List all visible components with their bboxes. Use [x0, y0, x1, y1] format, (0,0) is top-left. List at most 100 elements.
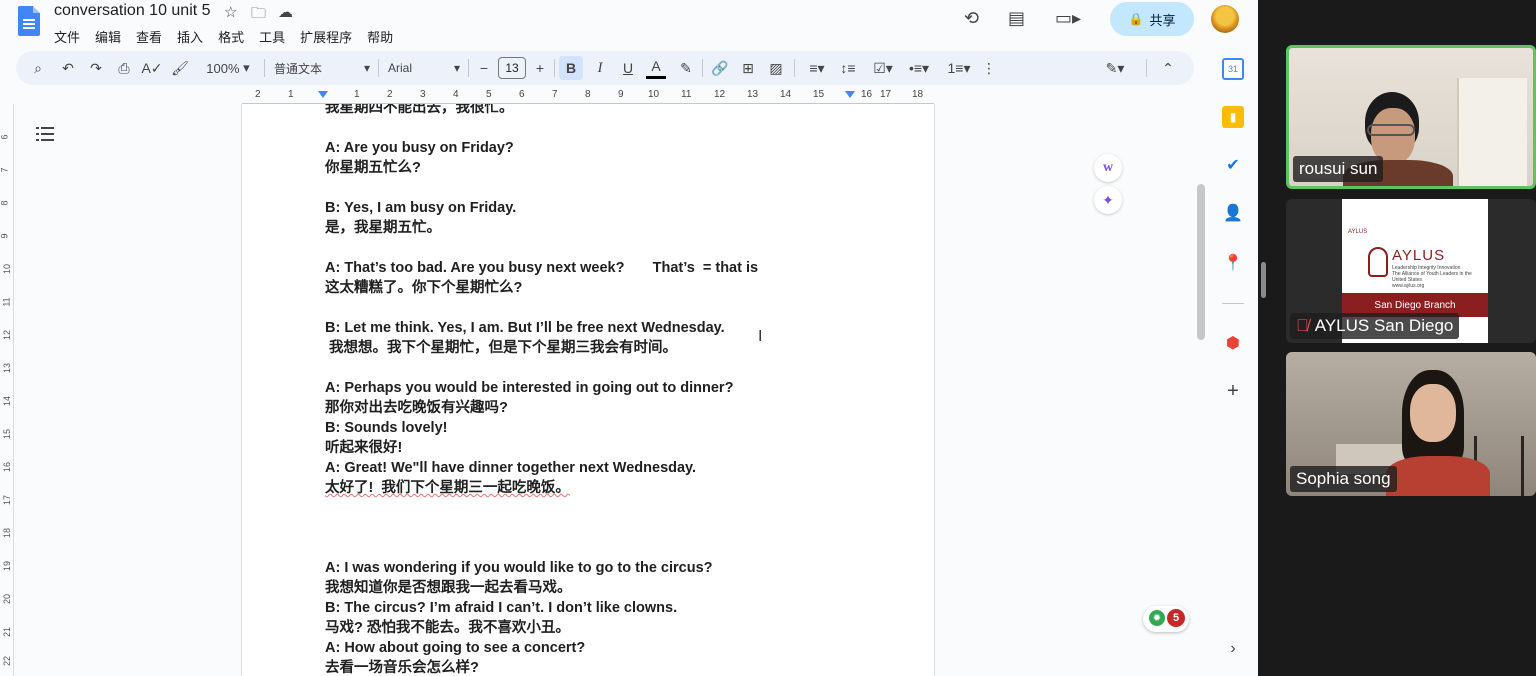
print-icon[interactable]: ⎙ — [114, 51, 134, 85]
paint-format-icon[interactable]: 🖌 — [170, 51, 190, 85]
menu-format[interactable]: 格式 — [218, 27, 244, 46]
vertical-ruler[interactable]: 6 7 8 9 10 11 12 13 14 15 16 17 18 19 20… — [0, 104, 14, 676]
text-line[interactable]: A: That’s too bad. Are you busy next wee… — [325, 258, 758, 278]
docs-logo-icon[interactable] — [18, 6, 40, 36]
horizontal-ruler[interactable]: 2 1 1 2 3 4 5 6 7 8 9 10 11 12 13 14 15 … — [242, 88, 934, 104]
explore-badge[interactable]: ✹ 5 — [1143, 606, 1189, 632]
text-line[interactable]: 我想知道你是否想跟我一起去看马戏。 — [325, 578, 572, 598]
spellcheck-icon[interactable]: A✓ — [141, 51, 162, 85]
text-line[interactable]: 这太糟糕了。你下个星期忙么? — [325, 278, 522, 298]
divider — [1146, 59, 1147, 77]
menu-tools[interactable]: 工具 — [259, 27, 285, 46]
menu-view[interactable]: 查看 — [136, 27, 162, 46]
font-size-input[interactable]: 13 — [498, 57, 526, 79]
share-button[interactable]: 🔒 共享 — [1110, 2, 1194, 36]
participant-tile-sophia-song[interactable]: Sophia song — [1286, 352, 1536, 496]
get-addons-plus-icon[interactable]: + — [1222, 380, 1244, 402]
keep-icon[interactable]: ▮ — [1222, 106, 1244, 128]
text-line[interactable]: 去看一场音乐会怎么样? — [325, 658, 479, 676]
document-page[interactable]: 我星期四不能出去，我很忙。 A: Are you busy on Friday?… — [241, 104, 935, 676]
redo-icon[interactable]: ↷ — [86, 51, 106, 85]
tasks-icon[interactable]: ✔ — [1222, 154, 1244, 176]
decrease-font-size-icon[interactable]: − — [476, 51, 492, 85]
collapse-menu-icon[interactable]: ⌃ — [1158, 51, 1178, 85]
text-line[interactable]: 我星期四不能出去，我很忙。 — [325, 104, 514, 118]
lock-icon: 🔒 — [1128, 12, 1144, 26]
right-indent-marker-icon[interactable] — [845, 91, 855, 98]
participant-tile-rousui-sun[interactable]: rousui sun — [1286, 45, 1536, 189]
ruler-number: 16 — [861, 89, 873, 100]
ruler-number: 1 — [288, 89, 294, 100]
more-options-icon[interactable]: ⋮ — [982, 51, 996, 85]
checklist-icon[interactable]: ☑▾ — [868, 51, 898, 85]
text-line[interactable]: 你星期五忙么? — [325, 158, 421, 178]
text-line[interactable]: 那你对出去吃晚饭有兴趣吗? — [325, 398, 508, 418]
menu-extensions[interactable]: 扩展程序 — [300, 27, 352, 46]
maps-icon[interactable]: 📍 — [1222, 252, 1244, 274]
text-line[interactable]: 是，我星期五忙。 — [325, 218, 441, 238]
ruler-number: 9 — [618, 89, 624, 100]
title-bar: conversation 10 unit 5 ☆ 🗀 ☁ 文件 编辑 查看 插入… — [0, 0, 1258, 48]
text-line[interactable]: 听起来很好! — [325, 438, 402, 458]
numbered-list-icon[interactable]: 1≡▾ — [942, 51, 976, 85]
add-comment-icon[interactable]: ⊞ — [738, 51, 758, 85]
align-icon[interactable]: ≡▾ — [802, 51, 832, 85]
calendar-icon[interactable]: 31 — [1222, 58, 1244, 80]
vertical-scrollbar[interactable] — [1197, 184, 1205, 340]
participant-tile-aylus-san-diego[interactable]: AYLUS AYLUS Leadership Integrity Innovat… — [1286, 199, 1536, 343]
increase-font-size-icon[interactable]: + — [532, 51, 548, 85]
ruler-number: 9 — [0, 233, 10, 239]
text-line[interactable]: A: How about going to see a concert? — [325, 638, 585, 658]
menu-insert[interactable]: 插入 — [177, 27, 203, 46]
text-color-button[interactable]: A — [646, 55, 666, 79]
expand-panel-chevron-icon[interactable]: › — [1222, 638, 1244, 660]
text-line[interactable]: A: I was wondering if you would like to … — [325, 558, 713, 578]
text-line[interactable]: B: Yes, I am busy on Friday. — [325, 198, 516, 218]
insert-image-icon[interactable]: ▨ — [766, 51, 786, 85]
writing-assistant-icon[interactable]: w — [1094, 154, 1122, 182]
text-line[interactable]: 马戏? 恐怕我不能去。我不喜欢小丑。 — [325, 618, 570, 638]
document-outline-icon[interactable] — [36, 126, 54, 142]
addon-icon[interactable]: ⬢ — [1222, 332, 1244, 354]
search-menus-icon[interactable]: ⌕ — [28, 51, 48, 85]
text-line[interactable]: B: The circus? I’m afraid I can’t. I don… — [325, 598, 677, 618]
text-line[interactable]: A: Are you busy on Friday? — [325, 138, 514, 158]
cloud-status-icon[interactable]: ☁ — [278, 3, 293, 21]
text-line[interactable]: A: Great! We"ll have dinner together nex… — [325, 458, 696, 478]
text-line[interactable]: A: Perhaps you would be interested in go… — [325, 378, 733, 398]
bold-button[interactable]: B — [559, 56, 583, 80]
text-line[interactable]: B: Sounds lovely! — [325, 418, 447, 438]
meet-camera-icon[interactable]: ▭▸ — [1055, 8, 1081, 29]
font-value: Arial — [388, 61, 413, 75]
move-folder-icon[interactable]: 🗀 — [251, 3, 266, 28]
document-title[interactable]: conversation 10 unit 5 — [54, 2, 211, 20]
menu-file[interactable]: 文件 — [54, 27, 80, 46]
participant-name-tag: 🎙̸ AYLUS San Diego — [1290, 313, 1460, 339]
zoom-select[interactable]: 100% ▾ — [198, 51, 258, 85]
text-line[interactable]: B: Let me think. Yes, I am. But I’ll be … — [325, 318, 725, 338]
italic-button[interactable]: I — [590, 51, 610, 85]
insert-link-icon[interactable]: 🔗 — [710, 51, 730, 85]
style-select[interactable]: 普通文本 ▾ — [274, 51, 370, 85]
menu-edit[interactable]: 编辑 — [95, 27, 121, 46]
left-indent-marker-icon[interactable] — [318, 91, 328, 98]
underline-button[interactable]: U — [618, 51, 638, 85]
account-avatar[interactable] — [1211, 5, 1239, 33]
menu-help[interactable]: 帮助 — [367, 27, 393, 46]
ruler-number: 8 — [585, 89, 591, 100]
version-history-icon[interactable]: ⟲ — [964, 8, 979, 29]
gemini-sparkle-icon[interactable]: ✦ — [1094, 186, 1122, 214]
font-select[interactable]: Arial ▾ — [388, 51, 460, 85]
text-line[interactable]: 太好了! 我们下个星期三一起吃晚饭。 — [325, 478, 570, 498]
contacts-icon[interactable]: 👤 — [1222, 202, 1244, 224]
editing-mode-icon[interactable]: ✎▾ — [1098, 51, 1132, 85]
bulleted-list-icon[interactable]: •≡▾ — [904, 51, 934, 85]
undo-icon[interactable]: ↶ — [58, 51, 78, 85]
panel-resize-handle[interactable] — [1261, 262, 1266, 298]
text-line[interactable]: 我想想。我下个星期忙，但是下个星期三我会有时间。 — [325, 338, 677, 358]
participant-name: rousui sun — [1293, 156, 1384, 182]
line-spacing-icon[interactable]: ↕≡ — [838, 51, 858, 85]
comments-icon[interactable]: ▤ — [1008, 8, 1025, 29]
star-icon[interactable]: ☆ — [224, 3, 237, 21]
highlight-icon[interactable]: ✎ — [676, 51, 696, 85]
